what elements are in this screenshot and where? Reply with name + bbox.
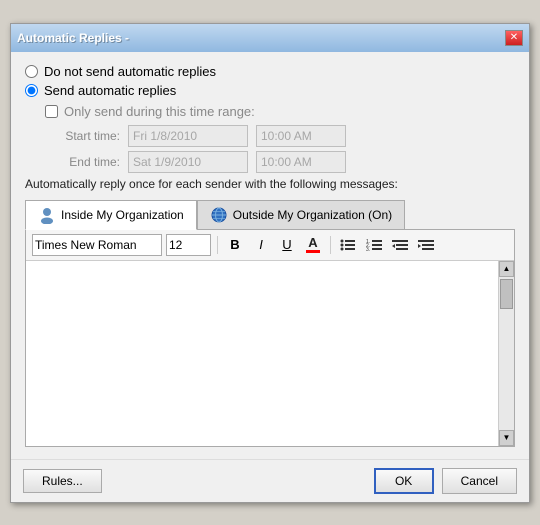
start-time-label: Start time: <box>55 129 120 143</box>
window-title: Automatic Replies - <box>17 31 129 45</box>
scrollbar-up-button[interactable]: ▲ <box>499 261 514 277</box>
font-color-button[interactable]: A <box>302 235 324 255</box>
inside-org-icon <box>38 206 56 224</box>
title-bar: Automatic Replies - ✕ <box>11 24 529 52</box>
scrollbar-thumb[interactable] <box>500 279 513 309</box>
message-body[interactable]: ▲ ▼ <box>26 261 514 446</box>
cancel-button[interactable]: Cancel <box>442 468 517 494</box>
unordered-list-icon <box>340 238 356 252</box>
send-auto-reply-row: Send automatic replies <box>25 83 515 98</box>
time-range-label: Only send during this time range: <box>64 104 255 119</box>
decrease-indent-icon <box>392 238 408 252</box>
inside-org-tab[interactable]: Inside My Organization <box>25 200 197 230</box>
reply-mode-group: Do not send automatic replies Send autom… <box>25 64 515 98</box>
bold-button[interactable]: B <box>224 235 246 255</box>
italic-button[interactable]: I <box>250 235 272 255</box>
end-date-select[interactable]: Sat 1/9/2010 <box>128 151 248 173</box>
increase-indent-button[interactable] <box>415 235 437 255</box>
message-editor: Times New Roman 12 B I U A <box>25 229 515 447</box>
scrollbar-down-button[interactable]: ▼ <box>499 430 514 446</box>
outside-org-tab[interactable]: Outside My Organization (On) <box>197 200 405 230</box>
footer-right-buttons: OK Cancel <box>374 468 517 494</box>
vertical-scrollbar[interactable]: ▲ ▼ <box>498 261 514 446</box>
auto-reply-description: Automatically reply once for each sender… <box>25 177 515 191</box>
end-hour-select[interactable]: 10:00 AM <box>256 151 346 173</box>
rules-button[interactable]: Rules... <box>23 469 102 493</box>
formatting-toolbar: Times New Roman 12 B I U A <box>26 230 514 261</box>
font-name-select[interactable]: Times New Roman <box>32 234 162 256</box>
title-bar-controls: ✕ <box>505 30 523 46</box>
automatic-replies-dialog: Automatic Replies - ✕ Do not send automa… <box>10 23 530 503</box>
increase-indent-icon <box>418 238 434 252</box>
end-time-row: End time: Sat 1/9/2010 10:00 AM <box>55 151 515 173</box>
toolbar-separator-2 <box>330 236 331 254</box>
font-color-letter: A <box>308 236 317 249</box>
ordered-list-icon: 1. 2. 3. <box>366 238 382 252</box>
end-time-label: End time: <box>55 155 120 169</box>
send-auto-reply-label: Send automatic replies <box>44 83 176 98</box>
start-hour-select[interactable]: 10:00 AM <box>256 125 346 147</box>
start-date-select[interactable]: Fri 1/8/2010 <box>128 125 248 147</box>
underline-button[interactable]: U <box>276 235 298 255</box>
no-auto-reply-row: Do not send automatic replies <box>25 64 515 79</box>
toolbar-separator-1 <box>217 236 218 254</box>
ok-button[interactable]: OK <box>374 468 434 494</box>
time-range-row: Only send during this time range: <box>45 104 515 119</box>
organization-tabs: Inside My Organization Outside My Organi… <box>25 199 515 229</box>
time-range-checkbox[interactable] <box>45 105 58 118</box>
outside-org-tab-label: Outside My Organization (On) <box>233 208 392 222</box>
send-auto-reply-radio[interactable] <box>25 84 38 97</box>
inside-org-tab-label: Inside My Organization <box>61 208 184 222</box>
dialog-footer: Rules... OK Cancel <box>11 459 529 502</box>
dialog-content: Do not send automatic replies Send autom… <box>11 52 529 459</box>
font-size-select[interactable]: 12 <box>166 234 211 256</box>
close-button[interactable]: ✕ <box>505 30 523 46</box>
no-auto-reply-radio[interactable] <box>25 65 38 78</box>
font-color-indicator <box>306 250 320 253</box>
unordered-list-button[interactable] <box>337 235 359 255</box>
decrease-indent-button[interactable] <box>389 235 411 255</box>
outside-org-icon <box>210 206 228 224</box>
start-time-row: Start time: Fri 1/8/2010 10:00 AM <box>55 125 515 147</box>
svg-text:3.: 3. <box>366 247 370 252</box>
no-auto-reply-label: Do not send automatic replies <box>44 64 216 79</box>
ordered-list-button[interactable]: 1. 2. 3. <box>363 235 385 255</box>
